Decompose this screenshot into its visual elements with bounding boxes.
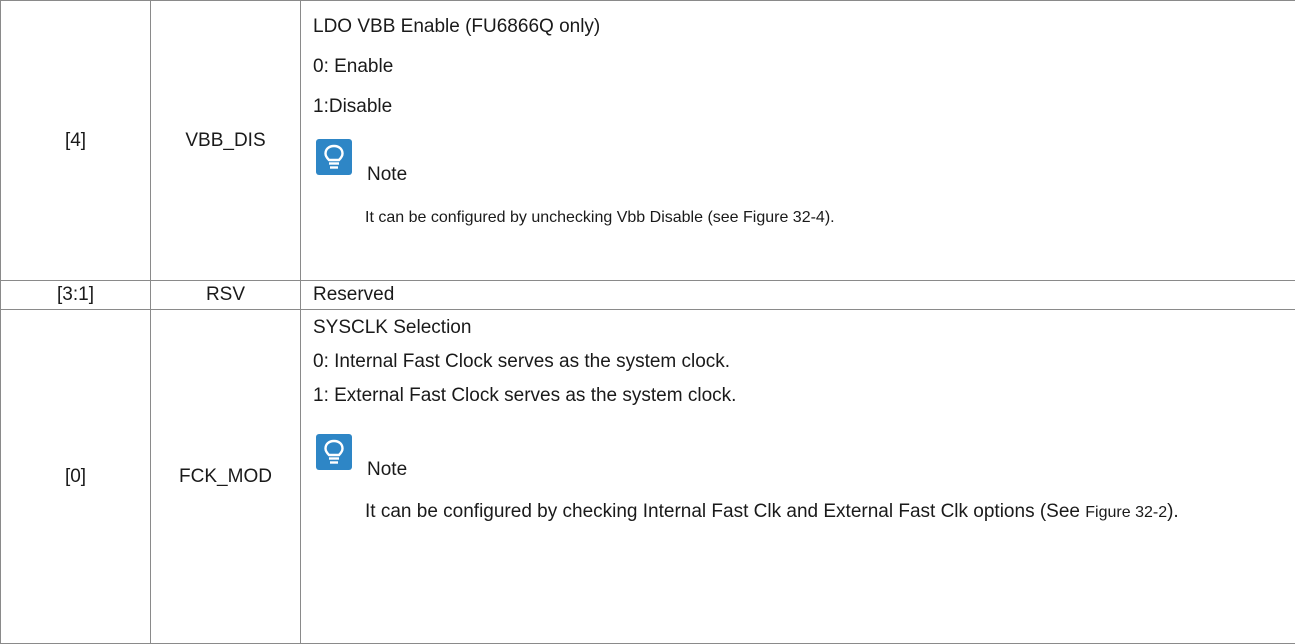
option-1: 1:Disable <box>313 96 393 117</box>
bit-cell: [0] <box>0 309 151 644</box>
option-1: 1: External Fast Clock serves as the sys… <box>313 385 737 406</box>
note-text: It can be configured by checking Interna… <box>313 496 1295 529</box>
field-name-cell: FCK_MOD <box>150 309 301 644</box>
note-text: It can be configured by unchecking Vbb D… <box>365 209 835 226</box>
bit-cell: [4] <box>0 0 151 281</box>
option-0: 0: Enable <box>313 56 394 77</box>
field-name-cell: RSV <box>150 280 301 310</box>
table-row: [0] FCK_MOD SYSCLK Selection 0: Internal… <box>0 309 1295 644</box>
lightbulb-icon <box>316 434 352 470</box>
option-0: 0: Internal Fast Clock serves as the sys… <box>313 351 731 372</box>
note-block: Note <box>313 139 1295 209</box>
description-cell: SYSCLK Selection 0: Internal Fast Clock … <box>300 309 1295 644</box>
note-text-main: It can be configured by checking Interna… <box>365 501 1080 522</box>
bit-cell: [3:1] <box>0 280 151 310</box>
lightbulb-icon <box>316 139 352 175</box>
note-label: Note <box>367 164 408 185</box>
description-title: SYSCLK Selection <box>313 317 472 338</box>
description-title: Reserved <box>313 284 395 305</box>
description-title: LDO VBB Enable (FU6866Q only) <box>313 16 601 37</box>
table-row: [4] VBB_DIS LDO VBB Enable (FU6866Q only… <box>0 0 1295 281</box>
table-row: [3:1] RSV Reserved <box>0 280 1295 310</box>
description-cell: Reserved <box>300 280 1295 310</box>
note-block: Note <box>313 434 1295 496</box>
register-bit-table: [4] VBB_DIS LDO VBB Enable (FU6866Q only… <box>0 0 1295 644</box>
description-cell: LDO VBB Enable (FU6866Q only) 0: Enable … <box>300 0 1295 281</box>
figure-reference: Figure 32-2 <box>1085 504 1168 521</box>
field-name-cell: VBB_DIS <box>150 0 301 281</box>
note-text-end: ). <box>1167 501 1179 522</box>
note-label: Note <box>367 459 408 480</box>
